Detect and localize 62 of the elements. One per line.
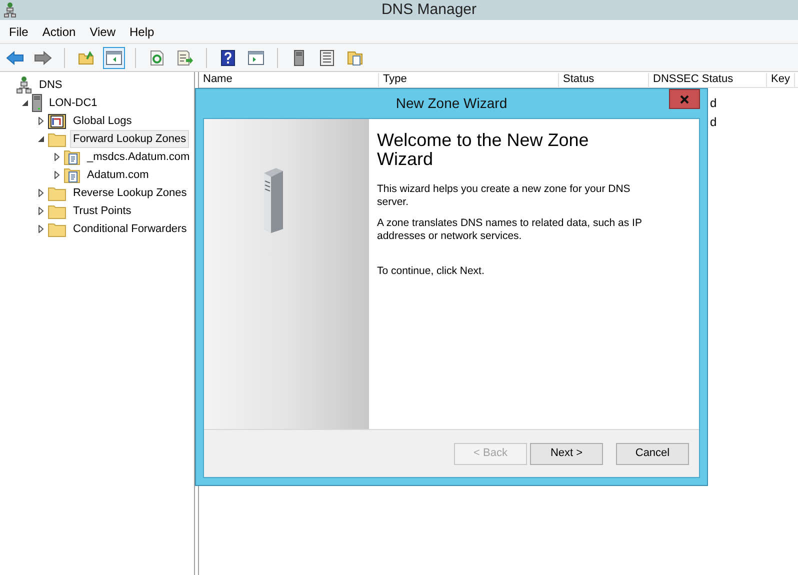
wizard-text: To continue, click Next. xyxy=(377,265,486,278)
wizard-text: This wizard helps you create a new zone for your DNS server. xyxy=(377,183,632,209)
folder-icon xyxy=(48,222,66,236)
server-icon[interactable] xyxy=(294,50,304,66)
collapsed-arrow-icon[interactable] xyxy=(37,207,45,215)
folder-icon xyxy=(48,186,66,200)
menu-item[interactable]: File xyxy=(2,22,36,40)
dialog-title: New Zone Wizard xyxy=(396,94,508,113)
collapsed-arrow-icon[interactable] xyxy=(37,189,45,197)
folder-icon xyxy=(48,132,66,146)
zone-file-icon xyxy=(64,149,80,165)
column-header[interactable]: Name xyxy=(199,73,379,87)
menu-item[interactable]: Help xyxy=(122,22,162,40)
collapsed-arrow-icon[interactable] xyxy=(53,153,61,161)
tree-item[interactable]: Trust Points xyxy=(70,202,134,220)
column-header[interactable]: Status xyxy=(559,73,649,87)
tree-item[interactable]: DNS xyxy=(36,76,66,94)
tree-item[interactable]: Adatum.com xyxy=(84,166,152,184)
log-book-icon xyxy=(48,113,66,129)
close-button[interactable] xyxy=(669,89,700,109)
menu-item[interactable]: Action xyxy=(35,22,83,40)
tree-item[interactable]: Reverse Lookup Zones xyxy=(70,184,190,202)
tree-item[interactable]: Global Logs xyxy=(70,112,135,130)
window-pane-icon[interactable] xyxy=(248,50,264,64)
tree-item[interactable]: Forward Lookup Zones xyxy=(70,130,190,148)
table-cell-text: d xyxy=(710,114,717,130)
collapsed-arrow-icon[interactable] xyxy=(37,117,45,125)
wizard-button[interactable]: Cancel xyxy=(616,442,689,464)
toolbar-separator xyxy=(135,48,136,68)
list-icon[interactable] xyxy=(320,50,334,66)
close-icon xyxy=(680,94,689,104)
menu-item[interactable]: View xyxy=(82,22,122,40)
collapsed-arrow-icon[interactable] xyxy=(53,171,61,179)
server-icon xyxy=(32,94,42,112)
toolbar-separator xyxy=(277,48,278,68)
toolbar-separator xyxy=(64,48,65,68)
app-icon xyxy=(4,2,16,18)
window-title: DNS Manager xyxy=(380,0,477,20)
wizard-text: A zone translates DNS names to related data, such as IP addresses or network services. xyxy=(377,217,643,243)
tree-item[interactable]: _msdcs.Adatum.com xyxy=(84,148,193,166)
network-icon xyxy=(16,76,32,94)
collapsed-arrow-icon[interactable] xyxy=(37,225,45,233)
window-pane-icon[interactable] xyxy=(106,50,122,64)
zone-file-icon xyxy=(64,167,80,183)
help-icon[interactable] xyxy=(221,50,235,66)
back-arrow-icon[interactable] xyxy=(6,50,24,64)
wizard-button[interactable]: Next > xyxy=(530,442,603,464)
folder-icon xyxy=(48,204,66,218)
expanded-arrow-icon[interactable] xyxy=(21,99,29,107)
folder-icon[interactable] xyxy=(78,50,94,64)
expanded-arrow-icon[interactable] xyxy=(37,135,45,143)
server-tower-icon xyxy=(262,167,284,233)
column-header[interactable]: Key xyxy=(767,73,795,87)
column-header[interactable]: DNSSEC Status xyxy=(649,73,767,87)
table-cell-text: d xyxy=(710,94,717,112)
tree-item[interactable]: Conditional Forwarders xyxy=(70,220,190,238)
column-header[interactable]: Type xyxy=(379,73,559,87)
toolbar-separator xyxy=(206,48,207,68)
tree-item[interactable]: LON-DC1 xyxy=(46,94,100,112)
refresh-icon[interactable] xyxy=(150,50,164,66)
wizard-heading: Welcome to the New Zone Wizard xyxy=(377,131,590,169)
forward-arrow-icon[interactable] xyxy=(34,50,52,64)
